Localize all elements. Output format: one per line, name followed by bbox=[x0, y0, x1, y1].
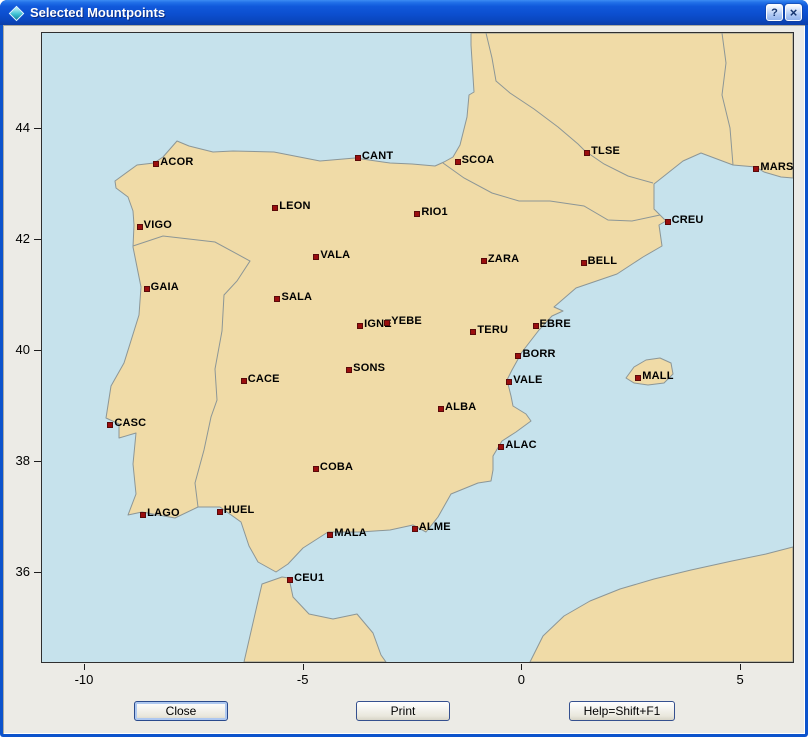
x-axis-tick-label: 5 bbox=[720, 672, 760, 688]
x-axis-tick-label: -10 bbox=[64, 672, 104, 688]
y-axis-tick-label: 40 bbox=[3, 342, 30, 358]
map-plot bbox=[41, 32, 794, 663]
y-axis-tick-label: 38 bbox=[3, 453, 30, 469]
y-axis-tick bbox=[34, 239, 41, 240]
y-axis-tick-label: 42 bbox=[3, 231, 30, 247]
x-axis-tick bbox=[303, 664, 304, 670]
y-axis-tick bbox=[34, 572, 41, 573]
titlebar[interactable]: Selected Mountpoints ? × bbox=[0, 0, 808, 25]
diamond-icon bbox=[9, 6, 25, 22]
x-axis-tick-label: -5 bbox=[283, 672, 323, 688]
print-button[interactable]: Print bbox=[356, 701, 450, 721]
x-axis-tick-label: 0 bbox=[501, 672, 541, 688]
window-title: Selected Mountpoints bbox=[30, 0, 165, 25]
dialog-client-area: 3638404244-10-505ACORCANTSCOATLSEMARSLEO… bbox=[3, 25, 805, 734]
help-shortcut-button[interactable]: Help=Shift+F1 bbox=[569, 701, 675, 721]
x-axis-tick bbox=[84, 664, 85, 670]
close-button[interactable]: Close bbox=[134, 701, 228, 721]
coastline-map bbox=[42, 33, 793, 662]
y-axis-tick bbox=[34, 350, 41, 351]
y-axis-tick bbox=[34, 461, 41, 462]
y-axis-tick-label: 36 bbox=[3, 564, 30, 580]
dialog-window: Selected Mountpoints ? × bbox=[0, 0, 808, 737]
app-icon bbox=[9, 6, 22, 19]
x-axis-tick bbox=[740, 664, 741, 670]
y-axis-tick bbox=[34, 128, 41, 129]
titlebar-close-button[interactable]: × bbox=[785, 4, 802, 21]
x-axis-tick bbox=[521, 664, 522, 670]
y-axis-tick-label: 44 bbox=[3, 120, 30, 136]
caption-buttons: ? × bbox=[766, 4, 802, 21]
titlebar-help-button[interactable]: ? bbox=[766, 4, 783, 21]
